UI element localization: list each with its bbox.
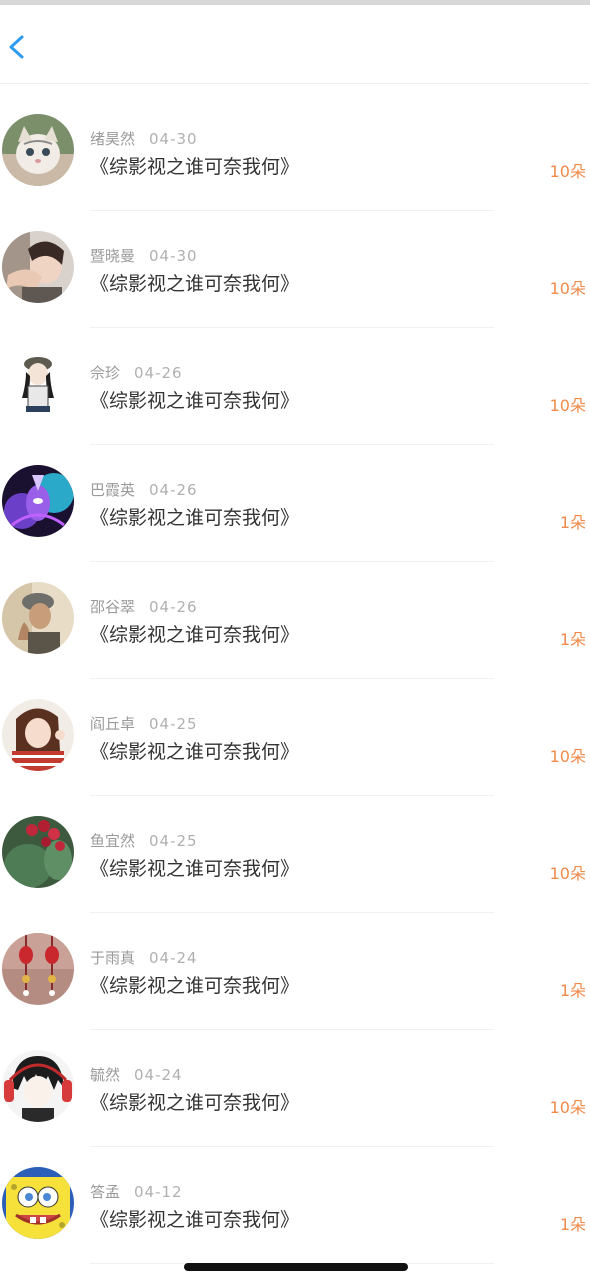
book-title: 《综影视之谁可奈我何》 [90,1209,300,1231]
list-item[interactable]: 鱼宜然 04-25 《综影视之谁可奈我何》 10朵 [0,796,590,913]
book-title: 《综影视之谁可奈我何》 [90,156,300,178]
user-name: 鱼宜然 [90,832,136,850]
avatar[interactable] [2,114,74,186]
book-title: 《综影视之谁可奈我何》 [90,507,300,529]
avatar[interactable] [2,582,74,654]
item-date: 04-12 [134,1183,183,1201]
item-meta: 阎丘卓 04-25 [90,713,198,734]
book-title: 《综影视之谁可奈我何》 [90,390,300,412]
item-date: 04-24 [134,1066,183,1084]
item-meta: 鱼宜然 04-25 [90,830,198,851]
chevron-left-icon[interactable] [4,27,28,67]
item-date: 04-26 [149,598,198,616]
book-title: 《综影视之谁可奈我何》 [90,1092,300,1114]
user-name: 答孟 [90,1183,121,1201]
nav-header [0,5,590,84]
book-title: 《综影视之谁可奈我何》 [90,858,300,880]
book-title: 《综影视之谁可奈我何》 [90,624,300,646]
list-item[interactable]: 邵谷翠 04-26 《综影视之谁可奈我何》 1朵 [0,562,590,679]
item-date: 04-25 [149,715,198,733]
user-name: 绪昊然 [90,130,136,148]
item-meta: 邵谷翠 04-26 [90,596,198,617]
reward-amount: 1朵 [559,630,586,649]
reward-amount: 10朵 [549,747,586,766]
item-meta: 绪昊然 04-30 [90,128,198,149]
user-name: 佘珍 [90,364,121,382]
reward-amount: 1朵 [559,513,586,532]
item-meta: 暨晓曼 04-30 [90,245,198,266]
reward-list: 绪昊然 04-30 《综影视之谁可奈我何》 10朵 暨晓曼 04-30 《综影视之谁… [0,94,590,1264]
item-date: 04-25 [149,832,198,850]
item-meta: 巴霞英 04-26 [90,479,198,500]
avatar[interactable] [2,348,74,420]
reward-amount: 10朵 [549,396,586,415]
list-item[interactable]: 毓然 04-24 《综影视之谁可奈我何》 10朵 [0,1030,590,1147]
user-name: 阎丘卓 [90,715,136,733]
list-item[interactable]: 答孟 04-12 《综影视之谁可奈我何》 1朵 [0,1147,590,1264]
reward-amount: 1朵 [559,981,586,1000]
list-item[interactable]: 暨晓曼 04-30 《综影视之谁可奈我何》 10朵 [0,211,590,328]
reward-amount: 10朵 [549,864,586,883]
list-item[interactable]: 绪昊然 04-30 《综影视之谁可奈我何》 10朵 [0,94,590,211]
user-name: 毓然 [90,1066,121,1084]
book-title: 《综影视之谁可奈我何》 [90,975,300,997]
user-name: 邵谷翠 [90,598,136,616]
item-meta: 佘珍 04-26 [90,362,183,383]
item-meta: 答孟 04-12 [90,1181,183,1202]
avatar[interactable] [2,1167,74,1239]
item-date: 04-30 [149,130,198,148]
avatar[interactable] [2,465,74,537]
avatar[interactable] [2,1050,74,1122]
avatar[interactable] [2,933,74,1005]
reward-amount: 10朵 [549,162,586,181]
item-date: 04-30 [149,247,198,265]
item-meta: 于雨真 04-24 [90,947,198,968]
list-item[interactable]: 阎丘卓 04-25 《综影视之谁可奈我何》 10朵 [0,679,590,796]
reward-amount: 10朵 [549,279,586,298]
book-title: 《综影视之谁可奈我何》 [90,741,300,763]
item-meta: 毓然 04-24 [90,1064,183,1085]
reward-amount: 1朵 [559,1215,586,1234]
list-item[interactable]: 佘珍 04-26 《综影视之谁可奈我何》 10朵 [0,328,590,445]
user-name: 于雨真 [90,949,136,967]
avatar[interactable] [2,231,74,303]
home-indicator[interactable] [184,1263,408,1271]
avatar[interactable] [2,699,74,771]
list-item[interactable]: 于雨真 04-24 《综影视之谁可奈我何》 1朵 [0,913,590,1030]
user-name: 暨晓曼 [90,247,136,265]
item-date: 04-24 [149,949,198,967]
item-date: 04-26 [149,481,198,499]
reward-amount: 10朵 [549,1098,586,1117]
book-title: 《综影视之谁可奈我何》 [90,273,300,295]
item-date: 04-26 [134,364,183,382]
user-name: 巴霞英 [90,481,136,499]
list-item[interactable]: 巴霞英 04-26 《综影视之谁可奈我何》 1朵 [0,445,590,562]
avatar[interactable] [2,816,74,888]
